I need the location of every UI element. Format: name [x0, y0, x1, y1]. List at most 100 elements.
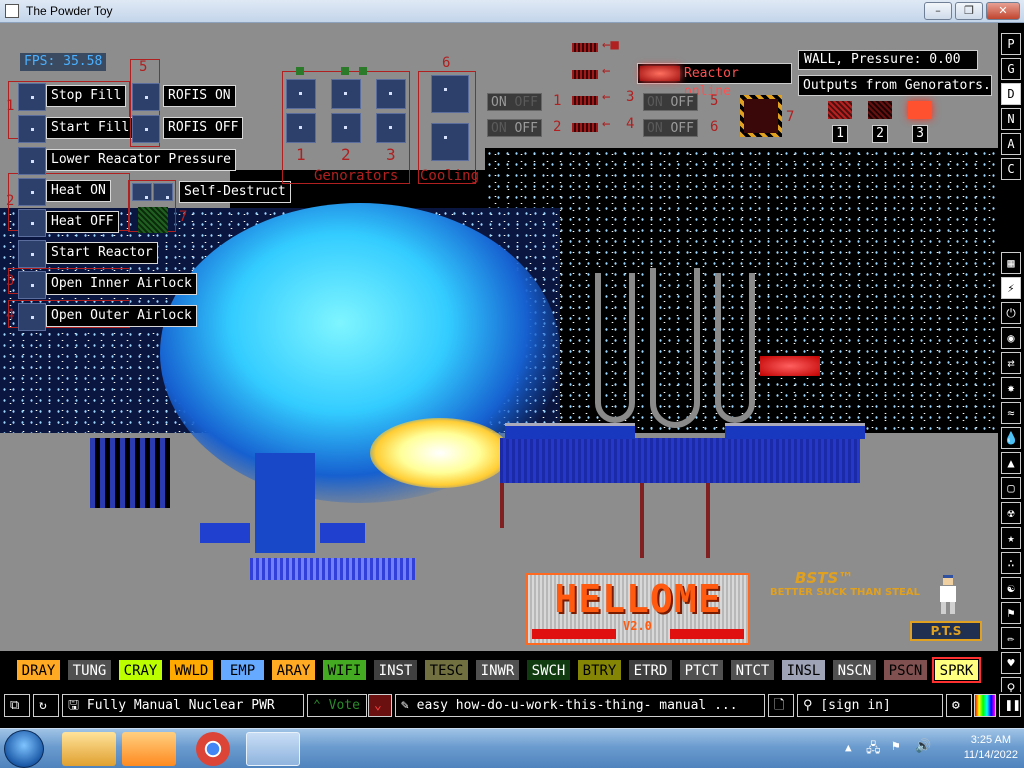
element-tung-button[interactable]: TUNG: [67, 659, 112, 681]
explosives-icon[interactable]: ✸: [1001, 377, 1021, 399]
gen-cell-3b[interactable]: [376, 113, 406, 143]
open-inner-airlock-button[interactable]: Open Inner Airlock: [46, 273, 197, 295]
switch-2[interactable]: ON OFF: [487, 119, 542, 137]
gas-icon[interactable]: ≈: [1001, 402, 1021, 424]
sidebar-p-button[interactable]: P: [1001, 33, 1021, 55]
sidebar-a-button[interactable]: A: [1001, 133, 1021, 155]
element-dray-button[interactable]: DRAY: [16, 659, 61, 681]
reload-icon[interactable]: ↻: [33, 694, 59, 717]
element-wwld-button[interactable]: WWLD: [169, 659, 214, 681]
solids-icon[interactable]: ▢: [1001, 477, 1021, 499]
element-tesc-button[interactable]: TESC: [424, 659, 469, 681]
cell-self-destruct-a[interactable]: [132, 183, 152, 201]
vote-down-button[interactable]: ⌄: [368, 694, 392, 717]
save-name-field[interactable]: 🖫 Fully Manual Nuclear PWR: [62, 694, 304, 717]
cell-stop-fill[interactable]: [18, 83, 46, 111]
simulation-canvas[interactable]: FPS: 35.58 1 2 3 4 Stop Fill Start Fill …: [0, 23, 998, 651]
open-save-icon[interactable]: ⧉: [4, 694, 30, 717]
file-explorer-icon[interactable]: [62, 732, 116, 766]
cell-rofis-off[interactable]: [132, 115, 160, 143]
action-center-icon[interactable]: ⚑: [892, 739, 900, 754]
switch-6[interactable]: ON OFF: [643, 119, 698, 137]
close-button[interactable]: ✕: [986, 2, 1020, 20]
powder-toy-taskbar-icon[interactable]: [246, 732, 300, 766]
favorites-icon[interactable]: ♥: [1001, 652, 1021, 674]
electronics-icon[interactable]: ⚡: [1001, 277, 1021, 299]
search-menu-icon[interactable]: ▦: [1001, 252, 1021, 274]
element-nscn-button[interactable]: NSCN: [832, 659, 877, 681]
force-icon[interactable]: ⇄: [1001, 352, 1021, 374]
pause-icon[interactable]: ❚❚: [999, 694, 1021, 717]
cooling-cell-1[interactable]: [431, 75, 469, 113]
maximize-button[interactable]: ❐: [955, 2, 983, 20]
self-destruct-button[interactable]: Self-Destruct: [179, 181, 291, 203]
cell-lower-pressure[interactable]: [18, 147, 46, 175]
lower-pressure-button[interactable]: Lower Reacator Pressure: [46, 149, 237, 171]
media-player-icon[interactable]: [122, 732, 176, 766]
powders-icon[interactable]: ▲: [1001, 452, 1021, 474]
system-clock[interactable]: 3:25 AM 11/14/2022: [964, 733, 1018, 763]
element-emp-button[interactable]: EMP: [220, 659, 265, 681]
cell-inner-airlock[interactable]: [18, 271, 46, 299]
minimize-button[interactable]: –: [924, 2, 952, 20]
cell-heat-off[interactable]: [18, 209, 46, 237]
element-cray-button[interactable]: CRAY: [118, 659, 163, 681]
element-sprk-button[interactable]: SPRK: [932, 657, 981, 683]
start-button[interactable]: [4, 730, 44, 768]
new-simulation-icon[interactable]: 🗋: [768, 694, 794, 717]
element-etrd-button[interactable]: ETRD: [628, 659, 673, 681]
sensor-icon[interactable]: ◉: [1001, 327, 1021, 349]
liquid-icon[interactable]: 💧: [1001, 427, 1021, 449]
gen-cell-2b[interactable]: [331, 113, 361, 143]
sidebar-d-button[interactable]: D: [1001, 83, 1021, 105]
volume-icon[interactable]: 🔊: [915, 739, 931, 754]
decoration-icon[interactable]: ✏: [1001, 627, 1021, 649]
vote-up-button[interactable]: ⌃ Vote: [307, 694, 367, 717]
cell-rofis-on[interactable]: [132, 83, 160, 111]
network-icon[interactable]: 🖧: [866, 739, 881, 761]
heat-on-button[interactable]: Heat ON: [46, 180, 111, 202]
cell-start-fill[interactable]: [18, 115, 46, 143]
life-icon[interactable]: ☯: [1001, 577, 1021, 599]
settings-icon[interactable]: ⚙: [946, 694, 972, 717]
rofis-on-button[interactable]: ROFIS ON: [163, 85, 236, 107]
gen-cell-1a[interactable]: [286, 79, 316, 109]
stop-fill-button[interactable]: Stop Fill: [46, 85, 127, 107]
element-aray-button[interactable]: ARAY: [271, 659, 316, 681]
element-wifi-button[interactable]: WIFI: [322, 659, 367, 681]
switch-5[interactable]: ON OFF: [643, 93, 698, 111]
start-fill-button[interactable]: Start Fill: [46, 117, 135, 139]
element-inst-button[interactable]: INST: [373, 659, 418, 681]
sidebar-n-button[interactable]: N: [1001, 108, 1021, 130]
element-btry-button[interactable]: BTRY: [577, 659, 622, 681]
self-destruct-pad[interactable]: [138, 207, 168, 233]
powered-icon[interactable]: ⏻: [1001, 302, 1021, 324]
element-inwr-button[interactable]: INWR: [475, 659, 520, 681]
cell-outer-airlock[interactable]: [18, 303, 46, 331]
open-outer-airlock-button[interactable]: Open Outer Airlock: [46, 305, 197, 327]
sidebar-g-button[interactable]: G: [1001, 58, 1021, 80]
gen-cell-3a[interactable]: [376, 79, 406, 109]
sign-in-button[interactable]: ⚲ [sign in]: [797, 694, 943, 717]
gen-cell-1b[interactable]: [286, 113, 316, 143]
tray-arrow-icon[interactable]: ▲: [845, 741, 852, 754]
heat-off-button[interactable]: Heat OFF: [46, 211, 119, 233]
sidebar-c-button[interactable]: C: [1001, 158, 1021, 180]
special-icon[interactable]: ★: [1001, 527, 1021, 549]
switch-7-box[interactable]: [740, 95, 782, 137]
renderer-icon[interactable]: [974, 694, 996, 717]
chrome-icon[interactable]: [196, 732, 230, 766]
radioactive-icon[interactable]: ☢: [1001, 502, 1021, 524]
tags-field[interactable]: ✎ easy how-do-u-work-this-thing- manual …: [395, 694, 765, 717]
element-ptct-button[interactable]: PTCT: [679, 659, 724, 681]
gen-cell-2a[interactable]: [331, 79, 361, 109]
cell-self-destruct-b[interactable]: [153, 183, 173, 201]
cell-start-reactor[interactable]: [18, 240, 46, 268]
rofis-off-button[interactable]: ROFIS OFF: [163, 117, 244, 139]
element-ntct-button[interactable]: NTCT: [730, 659, 775, 681]
switch-1[interactable]: ON OFF: [487, 93, 542, 111]
cooling-cell-2[interactable]: [431, 123, 469, 161]
particles-icon[interactable]: ∴: [1001, 552, 1021, 574]
start-reactor-button[interactable]: Start Reactor: [46, 242, 158, 264]
element-swch-button[interactable]: SWCH: [526, 659, 571, 681]
